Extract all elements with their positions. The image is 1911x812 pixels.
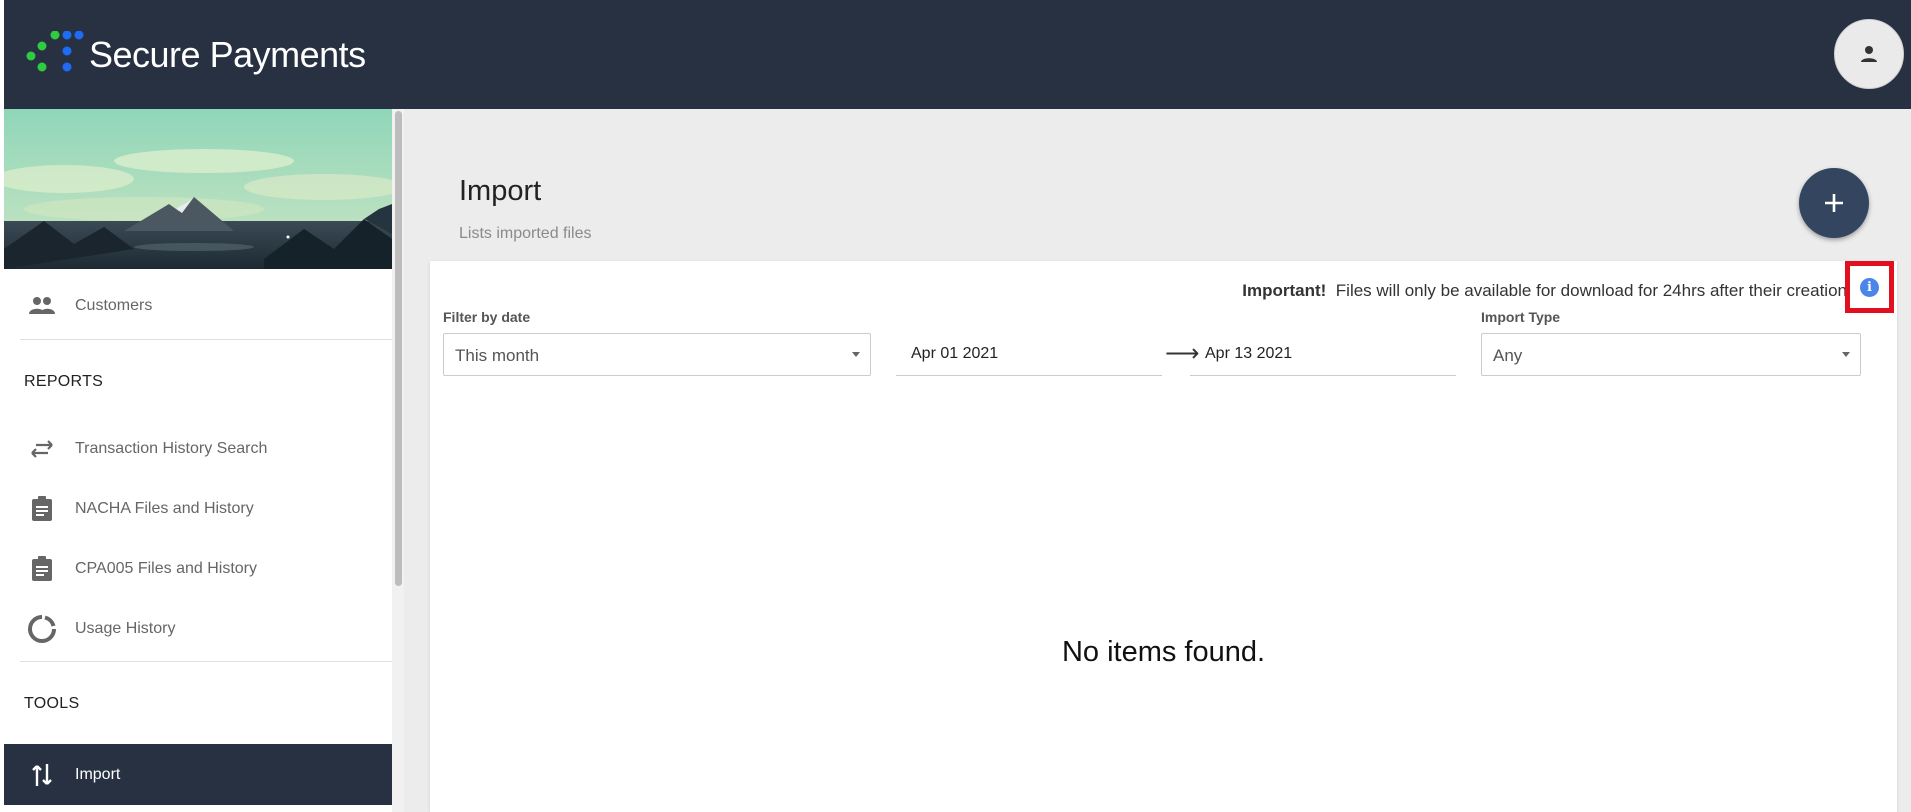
date-range-select[interactable]: This month xyxy=(443,333,871,376)
import-type-select[interactable]: Any xyxy=(1481,333,1861,376)
important-notice: Important! Files will only be available … xyxy=(1242,281,1847,301)
window-edge xyxy=(0,0,4,812)
section-heading-tools: TOOLS xyxy=(24,695,80,712)
sidebar-item-customers[interactable]: Customers xyxy=(4,277,392,335)
notice-text: Files will only be available for downloa… xyxy=(1335,281,1847,300)
clipboard-icon xyxy=(26,553,58,585)
import-type-value: Any xyxy=(1493,346,1523,365)
section-heading-reports: REPORTS xyxy=(24,373,104,390)
sidebar-banner-image xyxy=(4,109,392,269)
start-date-input[interactable]: Apr 01 2021 xyxy=(896,333,1162,376)
import-type-label: Import Type xyxy=(1481,309,1561,325)
top-header: Secure Payments xyxy=(4,0,1911,109)
date-range-value: This month xyxy=(455,346,540,365)
scrollbar-thumb[interactable] xyxy=(395,111,402,586)
divider xyxy=(20,339,392,340)
sidebar-item-usage-history[interactable]: Usage History xyxy=(4,600,392,658)
sidebar-item-label: Transaction History Search xyxy=(75,440,268,457)
page-title: Import xyxy=(459,175,542,207)
person-icon xyxy=(1861,46,1877,62)
sidebar-item-label: NACHA Files and History xyxy=(75,500,254,517)
info-icon[interactable]: i xyxy=(1860,277,1879,297)
empty-state-message: No items found. xyxy=(1061,636,1266,668)
sidebar-item-label: Customers xyxy=(75,297,153,314)
sidebar-item-label: Usage History xyxy=(75,620,176,637)
info-button-highlight[interactable]: i xyxy=(1845,261,1894,313)
sidebar-item-cpa005-files[interactable]: CPA005 Files and History xyxy=(4,540,392,598)
sidebar: Customers REPORTS Transaction History Se… xyxy=(4,109,392,812)
logo-icon xyxy=(26,31,84,72)
chevron-down-icon xyxy=(852,352,860,357)
start-date-value: Apr 01 2021 xyxy=(911,345,999,362)
end-date-input[interactable]: Apr 13 2021 xyxy=(1190,333,1456,376)
sidebar-item-nacha-files[interactable]: NACHA Files and History xyxy=(4,480,392,538)
sidebar-item-label: Import xyxy=(75,765,121,783)
notice-bold: Important! xyxy=(1242,281,1327,300)
app-title: Secure Payments xyxy=(89,34,366,75)
imports-card: Important! Files will only be available … xyxy=(430,261,1897,812)
sidebar-item-label: CPA005 Files and History xyxy=(75,560,257,577)
end-date-value: Apr 13 2021 xyxy=(1205,345,1293,362)
swap-horiz-icon xyxy=(26,433,58,465)
chevron-down-icon xyxy=(1842,352,1850,357)
sidebar-scrollbar[interactable] xyxy=(392,109,404,812)
donut-icon xyxy=(26,613,58,645)
plus-icon xyxy=(1825,194,1843,212)
import-export-icon xyxy=(26,759,58,791)
filter-by-date-label: Filter by date xyxy=(443,309,531,325)
sidebar-item-import[interactable]: Import xyxy=(4,744,392,805)
divider xyxy=(20,661,392,662)
page-subtitle: Lists imported files xyxy=(459,225,592,242)
add-import-button[interactable] xyxy=(1799,168,1869,238)
profile-button[interactable] xyxy=(1834,19,1904,89)
people-icon xyxy=(26,290,58,322)
sidebar-item-transaction-history[interactable]: Transaction History Search xyxy=(4,420,392,478)
clipboard-icon xyxy=(26,493,58,525)
